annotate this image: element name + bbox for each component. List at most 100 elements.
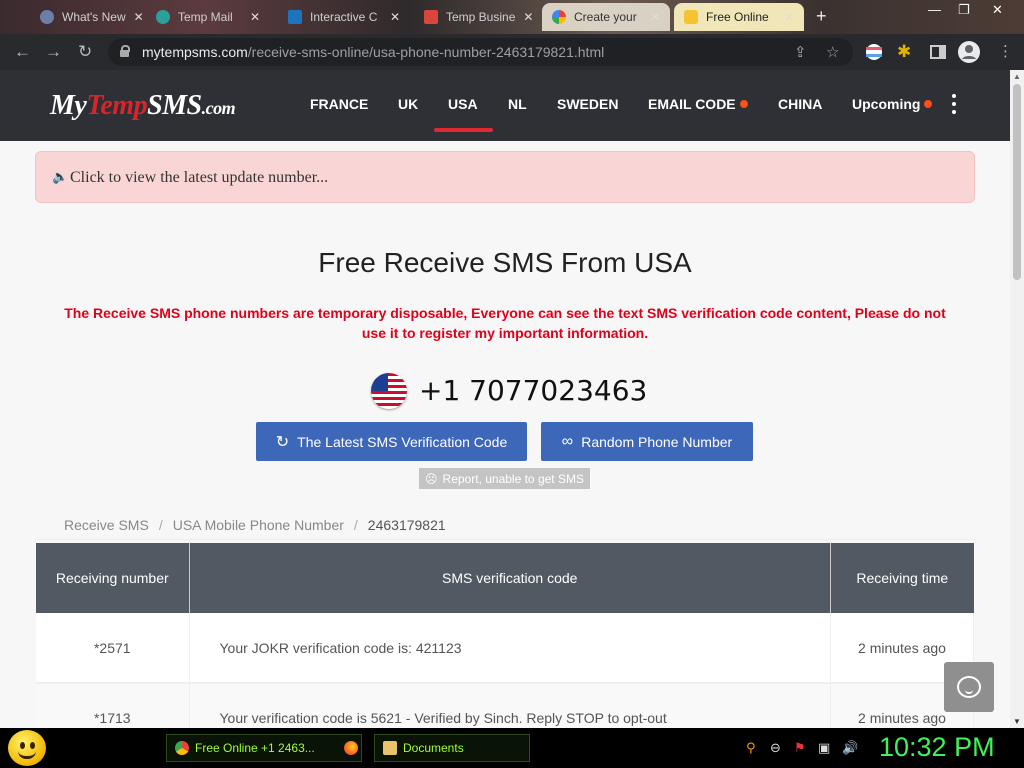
url-domain: mytempsms.com — [142, 44, 248, 60]
address-bar[interactable]: mytempsms.com/receive-sms-online/usa-pho… — [108, 38, 853, 66]
action-center-flag-icon[interactable]: ⚑ — [794, 740, 806, 756]
nav-upcoming-label: Upcoming — [852, 96, 921, 112]
more-menu-icon[interactable] — [952, 94, 956, 118]
browser-tab[interactable]: Temp Mail ✕ — [146, 3, 270, 31]
restore-icon[interactable]: ❐ — [958, 2, 970, 18]
browser-menu-icon[interactable]: ⋮ — [998, 42, 1013, 62]
sms-message: Your verification code is 5621 - Verifie… — [189, 683, 831, 728]
random-number-button[interactable]: ∞ Random Phone Number — [541, 422, 753, 461]
close-window-icon[interactable]: ✕ — [992, 2, 1003, 18]
new-dot-indicator — [924, 100, 933, 108]
logo-text: My — [50, 90, 87, 121]
warning-text: The Receive SMS phone numbers are tempor… — [64, 305, 946, 341]
nav-uk[interactable]: UK — [398, 96, 418, 112]
tab-close-icon[interactable]: ✕ — [784, 10, 794, 24]
nav-nl[interactable]: NL — [508, 96, 527, 112]
google-icon — [552, 10, 566, 24]
page-scrollbar[interactable]: ▲ ▼ — [1010, 70, 1024, 728]
browser-toolbar: ← → ↻ mytempsms.com/receive-sms-online/u… — [0, 34, 1024, 70]
side-panel-icon[interactable] — [928, 42, 948, 62]
new-dot-indicator — [739, 100, 748, 108]
browser-tab[interactable]: What's New ✕ — [30, 3, 142, 31]
reload-icon[interactable]: ↻ — [78, 42, 92, 62]
taskbar-documents-window[interactable]: Documents — [374, 734, 530, 762]
sender-number: *2571 — [36, 613, 190, 684]
browser-tab[interactable]: Temp Busine ✕ — [414, 3, 538, 31]
nav-email-code[interactable]: EMAIL CODE — [648, 96, 748, 112]
header-receiving-number: Receiving number — [36, 543, 190, 613]
browser-tab-strip: What's New ✕ Temp Mail ✕ Interactive C ✕… — [0, 0, 1024, 34]
nav-sweden[interactable]: SWEDEN — [557, 96, 618, 112]
page-title: Free Receive SMS From USA — [318, 247, 692, 278]
taskbar-chrome-window[interactable]: Free Online +1 2463... — [166, 734, 362, 762]
nav-upcoming[interactable]: Upcoming — [852, 96, 933, 112]
profile-avatar-icon[interactable] — [958, 41, 980, 63]
taskbar-firefox[interactable] — [336, 734, 370, 762]
tab-title: Free Online — [706, 10, 769, 24]
nav-china[interactable]: CHINA — [778, 96, 822, 112]
latest-update-notice[interactable]: 🔈 Click to view the latest update number… — [35, 151, 975, 203]
header-label: SMS verification code — [442, 570, 578, 586]
tab-title: Create your — [574, 10, 637, 24]
tab-title: Interactive C — [310, 10, 378, 24]
sad-face-icon: ☹ — [425, 471, 438, 486]
volume-icon[interactable]: 🔊 — [842, 740, 858, 756]
taskbar-clock[interactable]: 10:32 PM — [879, 732, 995, 763]
extension-flag-icon[interactable] — [864, 42, 884, 62]
page-viewport: MyTempSMS.com FRANCE UK USA NL SWEDEN EM… — [0, 70, 1010, 728]
breadcrumb: Receive SMS / USA Mobile Phone Number / 2463… — [36, 510, 976, 540]
chat-bubble-icon — [957, 676, 981, 698]
bookmark-star-icon[interactable]: ☆ — [826, 43, 839, 61]
minimize-icon[interactable]: — — [928, 2, 941, 17]
tab-close-icon[interactable]: ✕ — [250, 10, 260, 24]
tab-title: What's New — [62, 10, 126, 24]
speaker-icon: 🔈 — [52, 169, 69, 184]
chat-widget-button[interactable] — [944, 662, 994, 712]
latest-sms-button[interactable]: ↻ The Latest SMS Verification Code — [256, 422, 527, 461]
table-row: *1713 Your verification code is 5621 - V… — [36, 683, 974, 728]
phone-number: +1 7077023463 — [419, 374, 648, 407]
share-icon[interactable]: ⇪ — [794, 43, 807, 61]
forward-arrow-icon[interactable]: → — [45, 42, 62, 62]
tab-favicon-icon — [40, 10, 54, 24]
table-row: *2571 Your JOKR verification code is: 42… — [36, 613, 974, 684]
latest-sms-button-label: The Latest SMS Verification Code — [297, 433, 508, 450]
extensions-puzzle-icon[interactable]: ✱ — [897, 42, 911, 62]
media-icon[interactable]: ⊖ — [770, 740, 781, 756]
notice-text: Click to view the latest update number..… — [70, 169, 329, 186]
tab-title: Temp Busine — [446, 10, 516, 24]
header-label: Receiving time — [856, 570, 949, 586]
nav-usa[interactable]: USA — [448, 96, 478, 112]
sms-message: Your JOKR verification code is: 421123 — [189, 613, 831, 684]
tab-favicon-icon — [424, 10, 438, 24]
taskbar: Free Online +1 2463... Documents ⚲ ⊖ ⚑ ▣… — [0, 728, 1024, 768]
network-icon[interactable]: ▣ — [818, 740, 830, 756]
back-arrow-icon[interactable]: ← — [14, 42, 31, 62]
report-button[interactable]: ☹ Report, unable to get SMS — [419, 468, 590, 489]
refresh-icon: ↻ — [275, 433, 290, 451]
envelope-icon — [684, 10, 698, 24]
tab-close-icon[interactable]: ✕ — [650, 10, 660, 24]
search-icon[interactable]: ⚲ — [746, 740, 756, 756]
firefox-icon — [344, 741, 358, 755]
scroll-down-arrow-icon[interactable]: ▼ — [1013, 717, 1021, 726]
logo-domain: .com — [201, 98, 236, 118]
tab-close-icon[interactable]: ✕ — [390, 10, 400, 24]
scroll-up-arrow-icon[interactable]: ▲ — [1013, 72, 1021, 81]
header-sms-code: SMS verification code — [189, 543, 831, 613]
new-tab-button[interactable]: + — [816, 6, 827, 27]
browser-tab[interactable]: Interactive C ✕ — [278, 3, 410, 31]
tab-title: Temp Mail — [178, 10, 233, 24]
breadcrumb-usa-numbers[interactable]: USA Mobile Phone Number — [173, 517, 344, 533]
active-nav-underline — [434, 128, 493, 132]
site-logo[interactable]: MyTempSMS.com — [50, 90, 236, 122]
browser-tab[interactable]: Create your ✕ — [542, 3, 670, 31]
scrollbar-thumb[interactable] — [1013, 84, 1021, 280]
nav-france[interactable]: FRANCE — [310, 96, 368, 112]
url-text: mytempsms.com/receive-sms-online/usa-pho… — [142, 44, 604, 60]
tab-close-icon[interactable]: ✕ — [134, 10, 142, 24]
breadcrumb-receive-sms[interactable]: Receive SMS — [64, 517, 149, 533]
start-button-smiley-icon[interactable] — [8, 730, 46, 766]
browser-tab-active[interactable]: Free Online ✕ — [674, 3, 804, 31]
tab-close-icon[interactable]: ✕ — [523, 10, 533, 24]
